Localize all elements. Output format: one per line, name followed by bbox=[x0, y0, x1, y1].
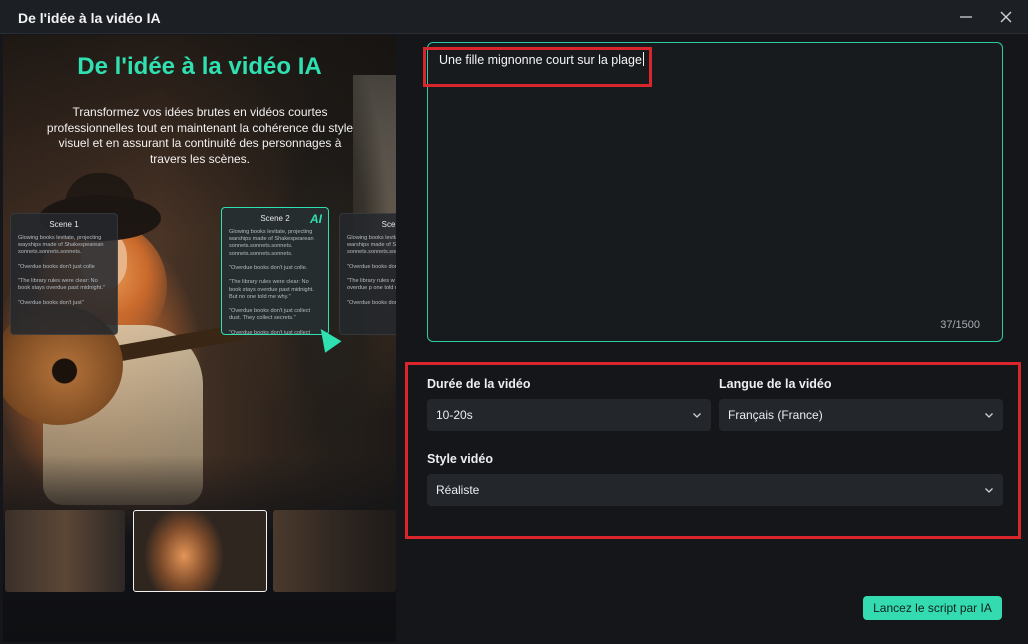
minimize-icon[interactable] bbox=[958, 9, 974, 25]
promo-panel: De l'idée à la vidéo IA Transformez vos … bbox=[3, 35, 396, 642]
style-select[interactable]: Réaliste bbox=[427, 474, 1003, 506]
promo-title: De l'idée à la vidéo IA bbox=[77, 53, 322, 80]
scene-card-body: Glowing books levitate, projecting waysh… bbox=[18, 235, 105, 306]
ai-badge: AI bbox=[310, 212, 322, 226]
duration-value: 10-20s bbox=[436, 408, 473, 422]
scene-card-title: Scene 1 bbox=[49, 220, 79, 229]
close-icon[interactable] bbox=[998, 9, 1014, 25]
duration-label: Durée de la vidéo bbox=[427, 377, 531, 391]
promo-description: Transformez vos idées brutes en vidéos c… bbox=[46, 105, 354, 166]
scene-card-body: Glowing books levitate, projecting warsh… bbox=[229, 229, 314, 335]
scene-card-3: Scene Glowing books levitate, projecting… bbox=[339, 213, 396, 335]
chevron-down-icon bbox=[985, 488, 993, 493]
preview-thumbnail-3 bbox=[273, 510, 396, 592]
scene-card-title: Scene 2 bbox=[260, 214, 290, 223]
chevron-down-icon bbox=[985, 413, 993, 418]
preview-thumbnail-2-selected bbox=[133, 510, 267, 592]
title-bar: De l'idée à la vidéo IA bbox=[0, 0, 1028, 34]
scene-card-title: Scene bbox=[381, 220, 396, 229]
language-value: Français (France) bbox=[728, 408, 823, 422]
style-value: Réaliste bbox=[436, 483, 480, 497]
preview-thumbnail-1 bbox=[5, 510, 125, 592]
language-select[interactable]: Français (France) bbox=[719, 399, 1003, 431]
scene-card-1: Scene 1 Glowing books levitate, projecti… bbox=[10, 213, 118, 335]
scene-card-2-active: AI Scene 2 Glowing books levitate, proje… bbox=[221, 207, 329, 335]
language-label: Langue de la vidéo bbox=[719, 377, 832, 391]
prompt-textarea[interactable] bbox=[427, 42, 1003, 342]
chevron-down-icon bbox=[693, 413, 701, 418]
scene-card-body: Glowing books levitate, projecting warsh… bbox=[347, 235, 396, 306]
generate-script-button[interactable]: Lancez le script par IA bbox=[863, 596, 1002, 620]
prompt-highlight-box bbox=[423, 47, 652, 87]
character-count: 37/1500 bbox=[940, 319, 980, 331]
window-title: De l'idée à la vidéo IA bbox=[18, 10, 161, 26]
style-label: Style vidéo bbox=[427, 452, 493, 466]
duration-select[interactable]: 10-20s bbox=[427, 399, 711, 431]
